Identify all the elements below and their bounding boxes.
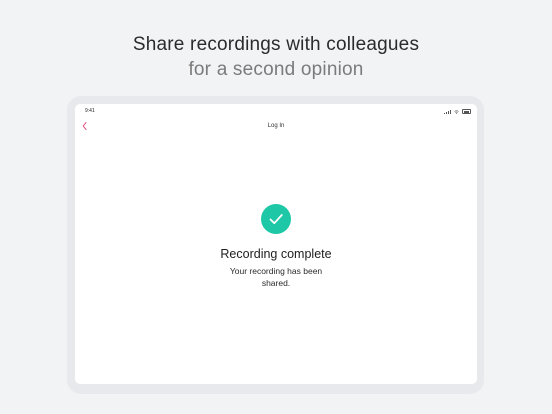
wifi-icon bbox=[454, 109, 459, 114]
checkmark-icon bbox=[269, 214, 283, 225]
status-bar-time: 9:41 bbox=[85, 108, 95, 114]
cellular-signal-icon bbox=[444, 109, 451, 114]
completion-message: Your recording has been shared. bbox=[229, 266, 323, 288]
marketing-headline: Share recordings with colleagues bbox=[132, 34, 420, 55]
success-badge bbox=[261, 204, 291, 234]
completion-title: Recording complete bbox=[220, 247, 332, 261]
nav-title: Log In bbox=[267, 123, 285, 129]
app-screen: 9:41 Log In Recording complete Your reco… bbox=[75, 104, 477, 384]
status-bar-icons bbox=[444, 109, 471, 114]
battery-icon bbox=[462, 109, 471, 114]
marketing-subheadline: for a second opinion bbox=[188, 59, 364, 80]
